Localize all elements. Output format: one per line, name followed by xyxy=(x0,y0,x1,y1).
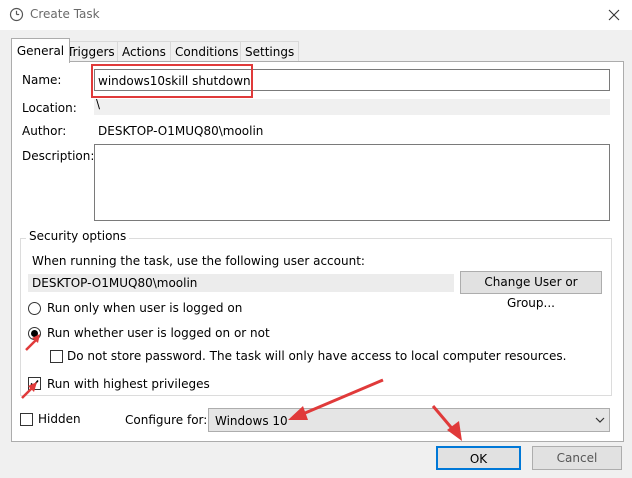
annotation-arrow-privileges xyxy=(21,382,37,399)
annotation-arrows xyxy=(21,334,462,441)
annotation-arrow-configure xyxy=(288,378,384,420)
annotation-arrow-radio xyxy=(25,334,40,351)
tab-general[interactable]: General xyxy=(11,38,70,63)
annotation-arrow-ok xyxy=(431,405,462,441)
